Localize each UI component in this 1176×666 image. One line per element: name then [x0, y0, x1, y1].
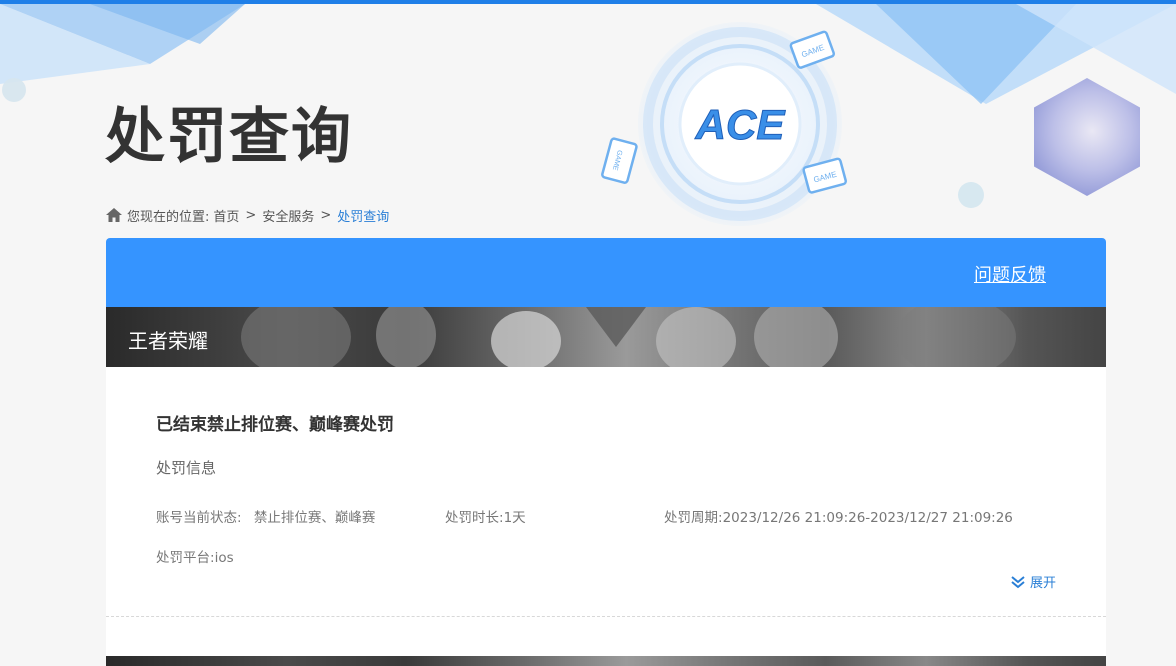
account-status: 账号当前状态: 禁止排位赛、巅峰赛: [156, 506, 375, 526]
penalty-platform: 处罚平台:ios: [156, 546, 234, 566]
double-chevron-down-icon: [1011, 575, 1025, 588]
game-banner: 王者荣耀: [106, 307, 1106, 367]
expand-button[interactable]: 展开: [1010, 572, 1056, 591]
penalty-record: 已结束禁止排位赛、巅峰赛处罚 处罚信息 账号当前状态: 禁止排位赛、巅峰赛 处罚…: [106, 367, 1106, 617]
record-spacer: [106, 617, 1106, 656]
breadcrumb: 您现在的位置: 首页 > 安全服务 > 处罚查询: [106, 205, 389, 225]
game-banner-artwork: [241, 307, 1016, 367]
breadcrumb-prefix: 您现在的位置:: [127, 209, 210, 225]
penalty-platform-label: 处罚平台:: [156, 550, 215, 566]
penalty-period: 处罚周期:2023/12/26 21:09:26-2023/12/27 21:0…: [664, 506, 1013, 526]
account-status-label: 账号当前状态:: [156, 510, 242, 526]
breadcrumb-link-home[interactable]: 首页: [213, 206, 239, 225]
breadcrumb-separator: >: [245, 207, 257, 223]
penalty-title: 已结束禁止排位赛、巅峰赛处罚: [156, 415, 394, 435]
home-icon: [106, 208, 122, 222]
breadcrumb-link-security-service[interactable]: 安全服务: [262, 206, 314, 225]
decorative-bubble: [958, 182, 984, 208]
breadcrumb-separator: >: [320, 207, 332, 223]
ace-emblem-logo: ACE GAME GAME GAME: [601, 22, 848, 226]
penalty-card: 问题反馈 王者荣耀 已结束禁止排位赛、巅峰赛处罚 处罚信息 账号当前状态: 禁止…: [106, 238, 1106, 617]
penalty-duration-value: 1天: [503, 510, 526, 526]
penalty-period-label: 处罚周期:: [664, 510, 723, 526]
penalty-platform-value: ios: [214, 550, 234, 566]
expand-label: 展开: [1029, 576, 1056, 591]
svg-text:ACE: ACE: [695, 101, 787, 148]
page-title: 处罚查询: [105, 102, 353, 172]
penalty-period-value: 2023/12/26 21:09:26-2023/12/27 21:09:26: [722, 510, 1013, 526]
card-header: 问题反馈: [106, 238, 1106, 307]
penalty-duration: 处罚时长:1天: [445, 506, 526, 526]
breadcrumb-current: 处罚查询: [337, 209, 390, 225]
penalty-duration-label: 处罚时长:: [445, 510, 504, 526]
account-status-value: 禁止排位赛、巅峰赛: [253, 510, 376, 526]
game-name: 王者荣耀: [128, 329, 208, 353]
next-game-banner: [106, 656, 1106, 666]
penalty-info-heading: 处罚信息: [156, 459, 217, 477]
feedback-link[interactable]: 问题反馈: [974, 261, 1046, 287]
